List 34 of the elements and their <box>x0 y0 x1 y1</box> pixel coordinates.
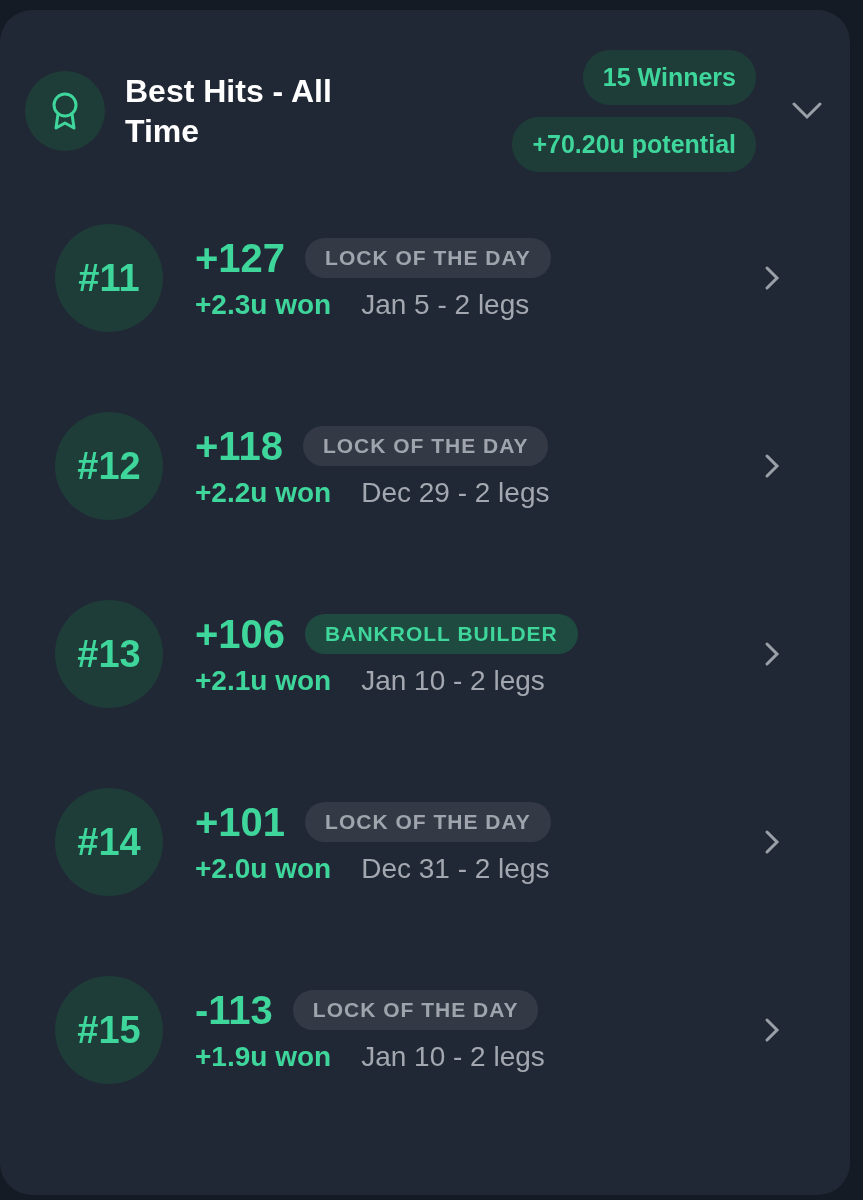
chevron-right-icon[interactable] <box>764 265 780 291</box>
units-won: +2.3u won <box>195 289 332 321</box>
date-legs: Jan 5 - 2 legs <box>361 289 530 321</box>
units-won: +2.2u won <box>195 477 332 509</box>
units-won: +1.9u won <box>195 1041 332 1073</box>
odds-text: +101 <box>195 799 286 845</box>
rank-badge: #13 <box>55 600 163 708</box>
odds-text: +106 <box>195 611 286 657</box>
rank-badge: #12 <box>55 412 163 520</box>
category-tag: BANKROLL BUILDER <box>305 614 578 654</box>
rank-badge: #11 <box>55 224 163 332</box>
odds-text: -113 <box>195 987 273 1033</box>
chevron-right-icon[interactable] <box>764 453 780 479</box>
category-tag: LOCK OF THE DAY <box>302 426 549 466</box>
odds-text: +127 <box>195 235 286 281</box>
chevron-right-icon[interactable] <box>764 829 780 855</box>
category-tag: LOCK OF THE DAY <box>305 238 551 278</box>
summary-pill: +70.20u potential <box>512 117 756 172</box>
date-legs: Dec 31 - 2 legs <box>361 853 550 885</box>
section-title: Best Hits - All Time <box>125 72 333 151</box>
category-tag: LOCK OF THE DAY <box>305 802 551 842</box>
date-legs: Dec 29 - 2 legs <box>361 477 550 509</box>
date-legs: Jan 10 - 2 legs <box>361 665 545 697</box>
odds-text: +118 <box>195 423 283 469</box>
chevron-right-icon[interactable] <box>764 641 780 667</box>
units-won: +2.0u won <box>195 853 332 885</box>
chevron-down-icon[interactable] <box>792 102 822 120</box>
rank-badge: #14 <box>55 788 163 896</box>
date-legs: Jan 10 - 2 legs <box>361 1041 545 1073</box>
summary-pill: 15 Winners <box>582 50 756 105</box>
rank-badge: #15 <box>55 976 163 1084</box>
chevron-right-icon[interactable] <box>764 1017 780 1043</box>
category-tag: LOCK OF THE DAY <box>292 990 539 1030</box>
units-won: +2.1u won <box>195 665 332 697</box>
